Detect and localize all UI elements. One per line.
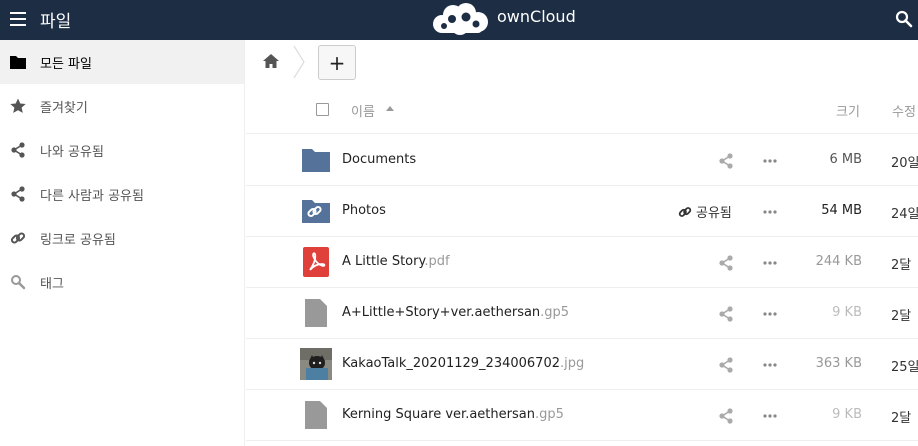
share-icon	[10, 142, 26, 158]
sidebar-item-shared-by-link[interactable]: 링크로 공유됨	[0, 216, 244, 260]
home-icon[interactable]	[262, 53, 280, 69]
sidebar-item-label: 링크로 공유됨	[40, 232, 116, 248]
file-size: 6 MB	[829, 152, 862, 167]
file-name[interactable]: A+Little+Story+ver.aethersan.gp5	[342, 305, 569, 320]
table-row[interactable]: A+Little+Story+ver.aethersan.gp5 9 KB 2달	[246, 288, 918, 339]
sidebar-item-shared-with-you[interactable]: 나와 공유됨	[0, 128, 244, 172]
file-modified: 24일	[891, 207, 918, 222]
file-size: 363 KB	[815, 356, 862, 371]
shared-folder-icon	[302, 200, 330, 223]
file-list-area: + 이름 크기 수정 Documents 6 MB 20일 Photos 공유됨…	[246, 40, 918, 446]
link-icon	[678, 206, 692, 217]
sidebar-item-shared-with-others[interactable]: 다른 사람과 공유됨	[0, 172, 244, 216]
more-actions-icon[interactable]	[763, 210, 777, 214]
sidebar: 모든 파일 즐겨찾기 나와 공유됨 다른 사람과 공유됨 링크로 공유됨 태그	[0, 40, 245, 446]
link-icon	[10, 230, 26, 246]
table-header: 이름 크기 수정	[246, 84, 918, 134]
file-size: 54 MB	[821, 203, 862, 218]
generic-file-icon	[305, 401, 327, 429]
file-name[interactable]: A Little Story.pdf	[342, 254, 450, 269]
sidebar-item-favorites[interactable]: 즐겨찾기	[0, 84, 244, 128]
file-name[interactable]: Kerning Square ver.aethersan.gp5	[342, 407, 564, 422]
sidebar-item-all-files[interactable]: 모든 파일	[0, 40, 244, 84]
share-icon	[10, 186, 26, 202]
file-name[interactable]: KakaoTalk_20201129_234006702.jpg	[342, 356, 584, 371]
sidebar-item-label: 모든 파일	[40, 56, 92, 72]
sidebar-item-label: 나와 공유됨	[40, 144, 104, 160]
file-size: 9 KB	[832, 407, 862, 422]
column-header-name[interactable]: 이름	[351, 101, 375, 120]
shared-label: 공유됨	[696, 206, 732, 221]
image-thumbnail	[300, 348, 332, 380]
share-icon[interactable]	[718, 153, 734, 169]
table-row[interactable]: A Little Story.pdf 244 KB 2달	[246, 237, 918, 288]
breadcrumb-separator	[293, 45, 305, 79]
folder-icon	[10, 54, 26, 70]
column-header-size[interactable]: 크기	[836, 101, 860, 120]
table-row[interactable]: Documents 6 MB 20일	[246, 135, 918, 186]
share-icon[interactable]	[718, 357, 734, 373]
sort-ascending-icon[interactable]	[386, 106, 394, 111]
file-name[interactable]: Documents	[342, 152, 416, 167]
share-icon[interactable]	[718, 306, 734, 322]
share-icon[interactable]	[718, 255, 734, 271]
sidebar-item-tags[interactable]: 태그	[0, 260, 244, 304]
sidebar-item-label: 다른 사람과 공유됨	[40, 188, 144, 204]
generic-file-icon	[305, 299, 327, 327]
sidebar-item-label: 즐겨찾기	[40, 100, 88, 116]
column-header-modified[interactable]: 수정	[892, 101, 916, 120]
sidebar-item-label: 태그	[40, 276, 64, 292]
table-row[interactable]: KakaoTalk_20201129_234006702.jpg 363 KB …	[246, 339, 918, 390]
pdf-file-icon	[303, 247, 329, 277]
brand-name: ownCloud	[497, 7, 576, 26]
hamburger-menu-icon[interactable]	[10, 12, 26, 26]
file-modified: 2달	[891, 411, 912, 426]
table-row[interactable]: Photos 공유됨 54 MB 24일	[246, 186, 918, 237]
file-modified: 2달	[891, 258, 912, 273]
owncloud-logo-icon[interactable]	[430, 2, 492, 36]
search-icon[interactable]	[895, 10, 913, 28]
select-all-checkbox[interactable]	[316, 103, 329, 116]
app-header: 파일 ownCloud	[0, 0, 918, 40]
shared-status[interactable]: 공유됨	[678, 202, 732, 221]
table-row[interactable]: Kerning Square ver.aethersan.gp5 9 KB 2달	[246, 390, 918, 441]
star-icon	[10, 98, 26, 114]
controls-bar: +	[246, 40, 918, 84]
file-modified: 2달	[891, 309, 912, 324]
file-size: 244 KB	[815, 254, 862, 269]
more-actions-icon[interactable]	[763, 414, 777, 418]
folder-icon	[302, 149, 330, 172]
file-modified: 20일	[891, 156, 918, 171]
more-actions-icon[interactable]	[763, 159, 777, 163]
more-actions-icon[interactable]	[763, 363, 777, 367]
file-size: 9 KB	[832, 305, 862, 320]
tag-search-icon	[10, 274, 26, 290]
file-modified: 25일	[891, 360, 918, 375]
app-title[interactable]: 파일	[40, 7, 71, 32]
more-actions-icon[interactable]	[763, 312, 777, 316]
share-icon[interactable]	[718, 408, 734, 424]
new-file-button[interactable]: +	[318, 45, 356, 80]
file-name[interactable]: Photos	[342, 203, 386, 218]
more-actions-icon[interactable]	[763, 261, 777, 265]
